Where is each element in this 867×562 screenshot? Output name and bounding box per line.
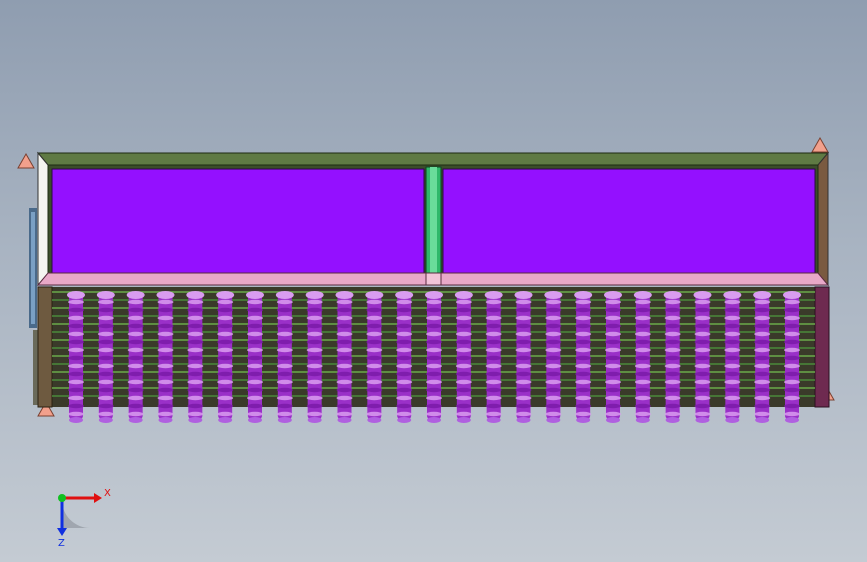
fin-stud — [126, 291, 145, 423]
fin-stud — [67, 291, 85, 423]
fin-stud — [723, 291, 742, 423]
y-axis-dot — [58, 494, 66, 502]
z-axis-label: Z — [58, 538, 65, 549]
fin-stud — [395, 291, 414, 423]
fin-stud — [544, 291, 563, 423]
fin-stud — [305, 291, 324, 423]
fin-stud — [365, 291, 384, 423]
fin-stud — [216, 291, 235, 423]
fin-stud — [96, 291, 115, 423]
fin-stud — [335, 291, 354, 423]
fin-stud — [246, 291, 264, 423]
fin-array — [37, 286, 830, 423]
fin-stud — [604, 291, 622, 423]
fin-stud — [663, 291, 682, 423]
corner-cap — [17, 152, 35, 169]
fin-stud — [753, 291, 772, 423]
panel-group — [51, 166, 816, 278]
fin-stud — [514, 291, 533, 423]
corner-cap — [811, 136, 829, 153]
bottom-rail — [36, 272, 830, 286]
fin-stud — [156, 291, 175, 423]
coordinate-triad: X Z — [57, 488, 111, 549]
fin-stud — [454, 291, 473, 423]
fin-stud — [574, 291, 593, 423]
fin-stud — [783, 291, 801, 423]
right-panel — [442, 168, 816, 274]
cad-viewport[interactable]: X Z — [0, 0, 867, 562]
fin-stud — [425, 291, 443, 423]
fin-stud — [186, 291, 205, 423]
fin-stud — [484, 291, 503, 423]
x-axis-label: X — [104, 488, 111, 499]
fin-stud — [693, 291, 712, 423]
left-panel — [51, 168, 425, 274]
fin-stud — [633, 291, 652, 423]
fin-stud — [275, 291, 294, 423]
